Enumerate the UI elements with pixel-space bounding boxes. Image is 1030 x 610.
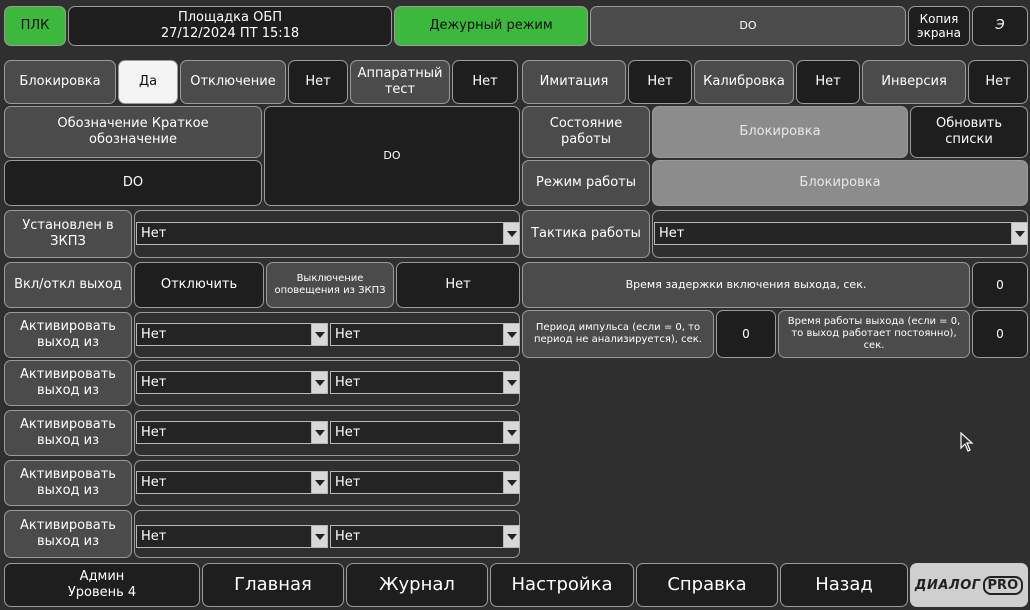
flag-label-inversion: Инверсия xyxy=(862,60,966,104)
activate-select-b[interactable]: Нет xyxy=(330,525,520,548)
tactic-select[interactable]: Нет xyxy=(654,222,1028,245)
short-designation-value[interactable]: DO xyxy=(4,160,262,206)
chevron-down-icon[interactable] xyxy=(311,324,327,345)
tab-main[interactable]: Главная xyxy=(202,563,344,607)
datetime: 27/12/2024 ПТ 15:18 xyxy=(160,26,300,41)
flag-value-hwtest[interactable]: Нет xyxy=(452,60,518,104)
chevron-down-icon[interactable] xyxy=(311,422,327,443)
plc-label: ПЛК xyxy=(20,18,50,34)
activate-label: Активировать выход из xyxy=(4,510,132,558)
flag-label-calibration: Калибровка xyxy=(694,60,794,104)
user-level: Уровень 4 xyxy=(67,585,137,600)
activate-select-b[interactable]: Нет xyxy=(330,471,520,494)
designation-value[interactable]: DO xyxy=(264,106,520,206)
tab-journal[interactable]: Журнал xyxy=(346,563,488,607)
work-time-value[interactable]: 0 xyxy=(972,310,1028,358)
e-button[interactable]: Э xyxy=(972,6,1028,46)
page-title: DO xyxy=(590,6,906,46)
notify-off-value[interactable]: Нет xyxy=(396,262,520,308)
flag-label-block: Блокировка xyxy=(4,60,116,104)
work-mode-value: Блокировка xyxy=(652,160,1028,206)
site-name: Площадка ОБП xyxy=(177,10,283,26)
mode-indicator[interactable]: Дежурный режим xyxy=(394,6,588,46)
dialog-pro-logo: ДИАЛОГ PRO xyxy=(910,563,1028,607)
flag-label-hwtest: Аппаратный тест xyxy=(350,60,450,104)
flag-label-disable: Отключение xyxy=(180,60,286,104)
chevron-down-icon[interactable] xyxy=(503,324,519,345)
activate-label: Активировать выход из xyxy=(4,360,132,406)
installed-label: Установлен в ЗКПЗ xyxy=(4,210,132,258)
state-label: Состояние работы xyxy=(522,106,650,158)
activate-select-a[interactable]: Нет xyxy=(136,525,328,548)
state-value: Блокировка xyxy=(652,106,908,158)
chevron-down-icon[interactable] xyxy=(503,223,519,244)
mode-label: Дежурный режим xyxy=(429,18,553,34)
copy-screen-button[interactable]: Копия экрана xyxy=(908,6,970,46)
mouse-cursor-icon xyxy=(960,432,974,452)
delay-value[interactable]: 0 xyxy=(972,262,1028,308)
pulse-period-label: Период импульса (если = 0, то период не … xyxy=(522,310,714,358)
flag-value-calibration[interactable]: Нет xyxy=(796,60,860,104)
activate-select-b[interactable]: Нет xyxy=(330,421,520,444)
designation-label: Обозначение Краткое обозначение xyxy=(4,106,262,158)
chevron-down-icon[interactable] xyxy=(311,526,327,547)
activate-label: Активировать выход из xyxy=(4,410,132,456)
back-button[interactable]: Назад xyxy=(780,563,908,607)
tab-help[interactable]: Справка xyxy=(636,563,778,607)
flag-value-block[interactable]: Да xyxy=(118,60,178,104)
activate-select-b[interactable]: Нет xyxy=(330,323,520,346)
activate-select-a[interactable]: Нет xyxy=(136,323,328,346)
flag-value-inversion[interactable]: Нет xyxy=(968,60,1028,104)
work-time-label: Время работы выхода (если = 0, то выход … xyxy=(778,310,970,358)
chevron-down-icon[interactable] xyxy=(1011,223,1027,244)
chevron-down-icon[interactable] xyxy=(311,372,327,393)
chevron-down-icon[interactable] xyxy=(503,422,519,443)
chevron-down-icon[interactable] xyxy=(503,372,519,393)
output-toggle-label: Вкл/откл выход xyxy=(4,262,132,308)
refresh-lists-button[interactable]: Обновить списки xyxy=(910,106,1028,158)
activate-select-b[interactable]: Нет xyxy=(330,371,520,394)
activate-select-a[interactable]: Нет xyxy=(136,371,328,394)
site-info: Площадка ОБП 27/12/2024 ПТ 15:18 xyxy=(68,6,392,46)
activate-select-a[interactable]: Нет xyxy=(136,471,328,494)
chevron-down-icon[interactable] xyxy=(311,472,327,493)
tab-settings[interactable]: Настройка xyxy=(490,563,634,607)
notify-off-label: Выключение оповещения из ЗКПЗ xyxy=(266,262,394,308)
activate-label: Активировать выход из xyxy=(4,312,132,358)
chevron-down-icon[interactable] xyxy=(503,472,519,493)
activate-select-a[interactable]: Нет xyxy=(136,421,328,444)
activate-label: Активировать выход из xyxy=(4,460,132,506)
pulse-period-value[interactable]: 0 xyxy=(716,310,776,358)
flag-value-imitation[interactable]: Нет xyxy=(628,60,692,104)
work-mode-label: Режим работы xyxy=(522,160,650,206)
flag-label-imitation: Имитация xyxy=(522,60,626,104)
flag-value-disable[interactable]: Нет xyxy=(288,60,348,104)
user-name: Админ xyxy=(79,569,125,585)
tactic-label: Тактика работы xyxy=(522,210,650,258)
installed-select[interactable]: Нет xyxy=(136,222,520,245)
delay-label: Время задержки включения выхода, сек. xyxy=(522,262,970,308)
plc-button[interactable]: ПЛК xyxy=(4,6,66,46)
chevron-down-icon[interactable] xyxy=(503,526,519,547)
user-info[interactable]: Админ Уровень 4 xyxy=(4,563,200,607)
disable-output-button[interactable]: Отключить xyxy=(134,262,264,308)
